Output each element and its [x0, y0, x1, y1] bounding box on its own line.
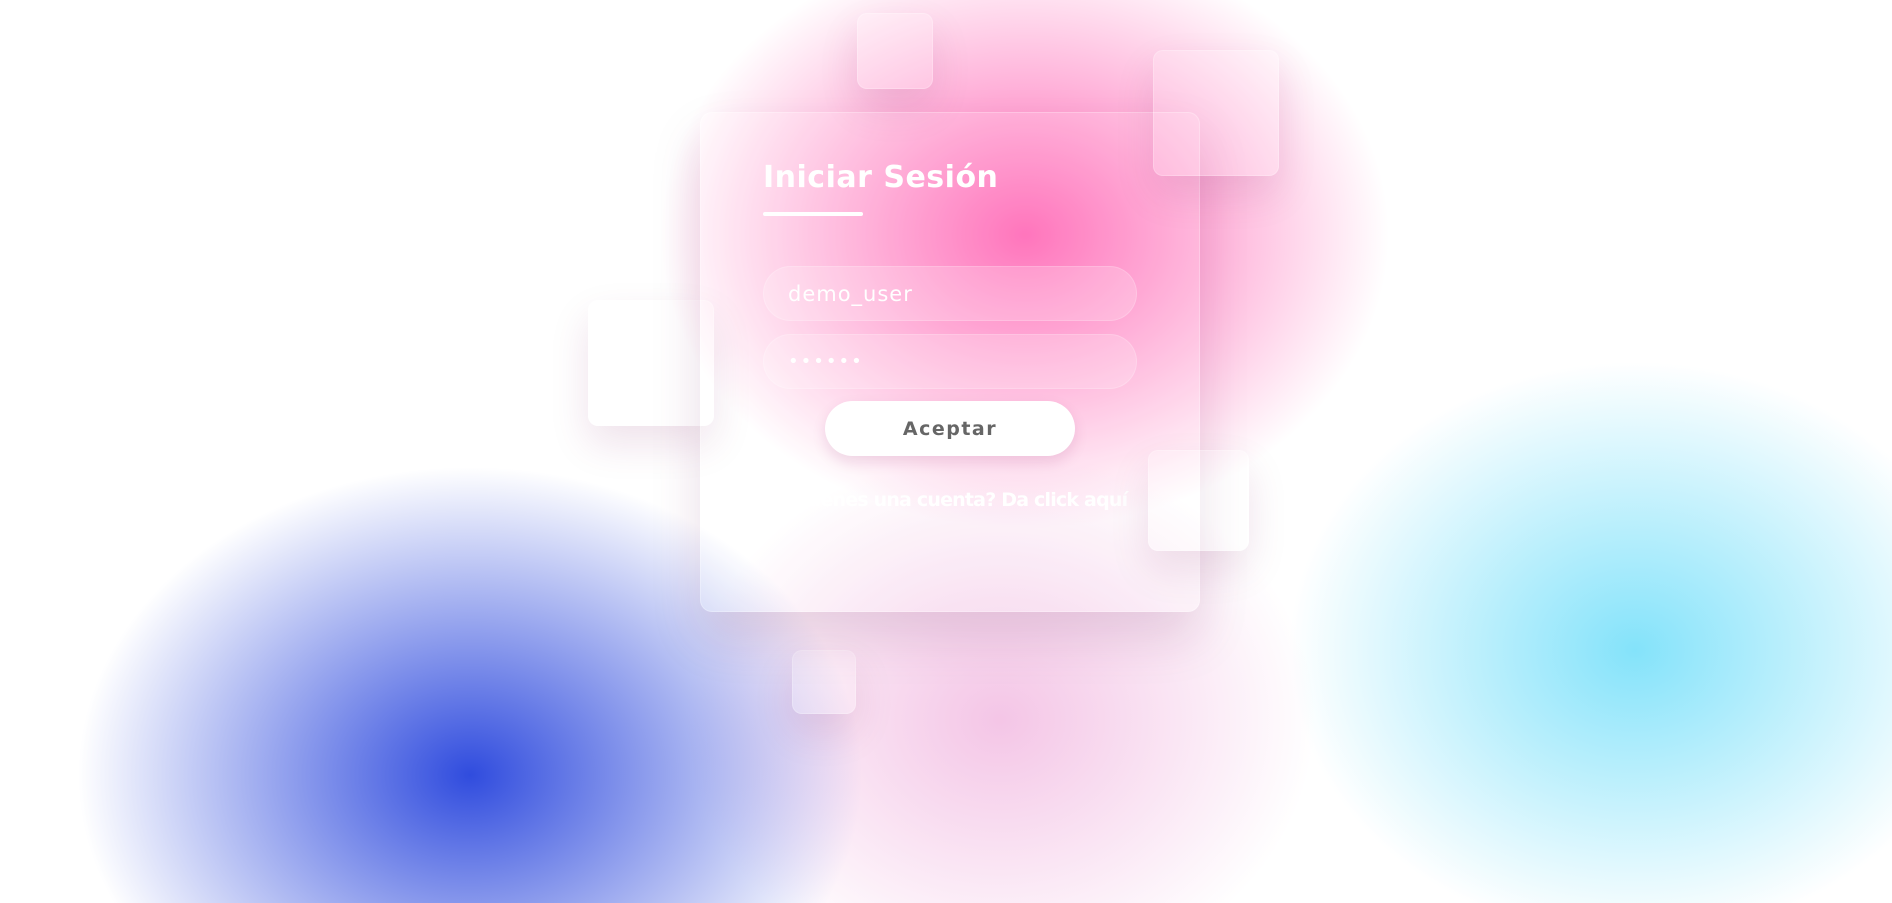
password-value: ••••••	[788, 351, 864, 372]
accept-button[interactable]: Aceptar	[825, 401, 1075, 456]
login-title: Iniciar Sesión	[763, 160, 999, 195]
title-underline	[763, 212, 863, 216]
username-value: demo_user	[788, 281, 913, 306]
decorative-square	[857, 13, 933, 89]
password-input[interactable]: ••••••	[763, 334, 1137, 389]
decorative-square	[588, 300, 714, 426]
decorative-square	[1148, 450, 1249, 551]
decorative-square	[792, 650, 856, 714]
decorative-square	[1153, 50, 1279, 176]
signup-link[interactable]: ¿No tienes una cuenta? Da click aquí	[763, 489, 1128, 511]
login-card: Iniciar Sesión demo_user •••••• Aceptar …	[700, 112, 1200, 612]
username-input[interactable]: demo_user	[763, 266, 1137, 321]
